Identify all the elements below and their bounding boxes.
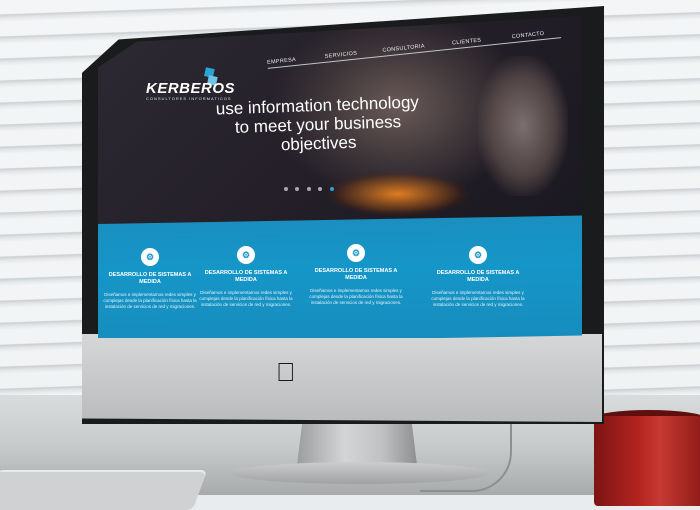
monitor-chin [82,334,602,422]
site-logo[interactable]: KERBEROS [146,80,235,97]
slider-dot[interactable] [318,187,323,191]
keyboard [0,470,208,510]
feature-card-3: ⚙ DESARROLLO DE SISTEMAS A MEDIDA Diseña… [306,244,406,306]
gear-icon: ⚙ [347,244,365,262]
feature-title: DESARROLLO DE SISTEMAS A MEDIDA [108,272,192,285]
feature-title: DESARROLLO DE SISTEMAS A MEDIDA [314,268,398,281]
feature-description: Diseñamos e implementamos redes simples … [103,292,197,309]
slider-dots [284,178,337,196]
feature-description: Diseñamos e implementamos redes simples … [431,290,525,307]
gear-icon: ⚙ [237,246,255,264]
feature-description: Diseñamos e implementamos redes simples … [199,290,293,307]
feature-card-1: ⚙ DESARROLLO DE SISTEMAS A MEDIDA Diseña… [100,248,200,310]
slider-dot[interactable] [306,187,311,191]
feature-card-4: ⚙ DESARROLLO DE SISTEMAS A MEDIDA Diseña… [428,246,528,308]
gear-icon: ⚙ [469,246,487,264]
red-mug [594,416,700,506]
feature-description: Diseñamos e implementamos redes simples … [309,288,403,305]
apple-logo-icon:  [276,358,300,386]
slider-dot[interactable] [284,187,288,191]
hero-hand-highlight [478,56,568,196]
slider-dot[interactable] [295,187,300,191]
feature-card-2: ⚙ DESARROLLO DE SISTEMAS A MEDIDA Diseña… [196,246,296,308]
monitor-screen: KERBEROS CONSULTORES INFORMATICOS EMPRES… [98,16,582,338]
feature-title: DESARROLLO DE SISTEMAS A MEDIDA [436,270,520,283]
slider-dot-active[interactable] [329,187,334,191]
gear-icon: ⚙ [141,248,159,266]
feature-title: DESARROLLO DE SISTEMAS A MEDIDA [204,270,288,283]
hero-headline: use information technology to meet your … [215,92,420,155]
monitor-stand-base [230,462,490,484]
